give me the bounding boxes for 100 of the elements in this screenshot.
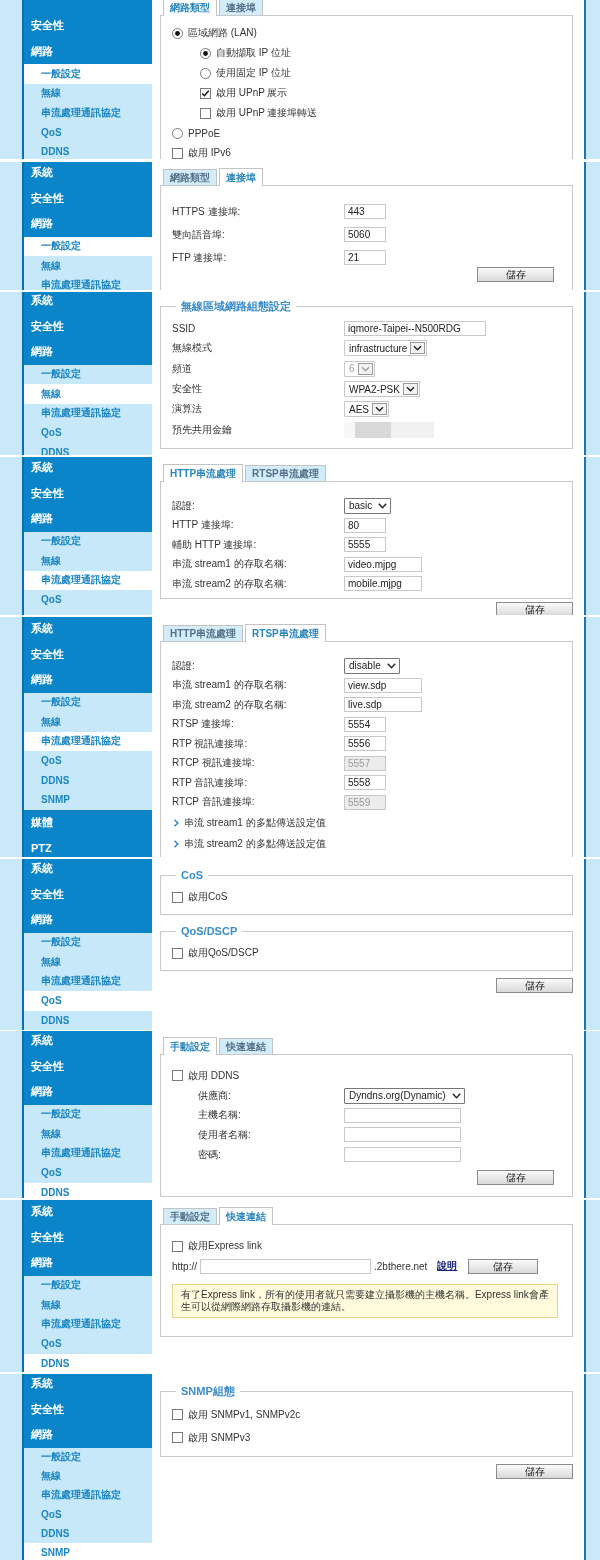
dropdown[interactable]: infrastructure (344, 340, 428, 357)
input-field[interactable]: iqmore-Taipei--N500RDG (344, 320, 486, 336)
menu-section[interactable]: PTZ (24, 835, 152, 857)
save-button[interactable]: 儲存 (477, 266, 554, 282)
dropdown[interactable]: WPA2-PSK (344, 381, 420, 398)
menu-item[interactable]: 串流處理通訊協定 (24, 570, 152, 590)
menu-item[interactable]: DDNS (24, 1523, 152, 1543)
input-field[interactable] (344, 1147, 461, 1163)
checkbox[interactable] (172, 1432, 183, 1443)
menu-item[interactable]: 無線 (24, 1124, 152, 1144)
menu-item[interactable]: DDNS (24, 770, 152, 790)
tab[interactable]: 連接埠 (219, 0, 263, 15)
radio-button[interactable] (200, 47, 211, 59)
menu-section[interactable]: 網路 (24, 907, 152, 933)
menu-section[interactable]: 安全性 (24, 0, 152, 39)
menu-item[interactable]: 一般設定 (24, 1275, 152, 1295)
menu-item[interactable]: QoS (24, 590, 152, 610)
menu-section[interactable]: 系統 (24, 617, 152, 642)
menu-item[interactable]: 一般設定 (24, 64, 152, 84)
tab[interactable]: 快速連結 (219, 1207, 273, 1225)
radio-button[interactable] (200, 67, 211, 79)
menu-item[interactable]: SNMP (24, 1542, 152, 1560)
radio-button[interactable] (172, 27, 183, 39)
menu-item[interactable]: 一般設定 (24, 236, 152, 256)
blurred-field[interactable] (344, 421, 434, 438)
menu-item[interactable]: 一般設定 (24, 932, 152, 952)
checkbox[interactable] (172, 947, 183, 959)
menu-section[interactable]: 安全性 (24, 1396, 152, 1422)
checkbox[interactable] (200, 87, 211, 99)
tab[interactable]: RTSP串流處理 (245, 624, 326, 642)
menu-item[interactable]: 一般設定 (24, 364, 152, 384)
menu-item[interactable]: 串流處理通訊協定 (24, 275, 152, 290)
menu-item[interactable]: DDNS (24, 1010, 152, 1030)
tab[interactable]: RTSP串流處理 (245, 465, 326, 481)
menu-section[interactable]: 網路 (24, 339, 152, 365)
menu-item[interactable]: 串流處理通訊協定 (24, 1485, 152, 1505)
dropdown[interactable]: AES (344, 401, 389, 418)
tab[interactable]: 手動設定 (163, 1037, 217, 1055)
menu-item[interactable]: 無線 (24, 384, 152, 404)
menu-item[interactable]: QoS (24, 1504, 152, 1524)
input-field[interactable]: view.sdp (344, 677, 422, 693)
menu-item[interactable]: QoS (24, 1334, 152, 1354)
tab[interactable]: 網路類型 (163, 0, 217, 16)
menu-item[interactable]: 一般設定 (24, 692, 152, 712)
menu-item[interactable]: 串流處理通訊協定 (24, 403, 152, 423)
menu-item[interactable]: 串流處理通訊協定 (24, 103, 152, 123)
menu-section[interactable]: 安全性 (24, 641, 152, 667)
save-button[interactable]: 儲存 (468, 1258, 539, 1274)
input-field[interactable]: 5556 (344, 736, 386, 752)
input-field[interactable]: 443 (344, 204, 386, 219)
menu-item[interactable]: 無線 (24, 712, 152, 732)
help-link[interactable]: 說明 (437, 1259, 458, 1273)
menu-section[interactable]: 系統 (24, 1200, 152, 1225)
menu-item[interactable]: QoS (24, 991, 152, 1011)
menu-section[interactable]: 網路 (24, 1079, 152, 1105)
checkbox[interactable] (200, 107, 211, 119)
checkbox[interactable] (172, 891, 183, 903)
menu-section[interactable]: 網路 (24, 1422, 152, 1448)
menu-section[interactable]: 網路 (24, 667, 152, 693)
menu-section[interactable]: 系統 (24, 457, 152, 481)
menu-section[interactable]: 安全性 (24, 185, 152, 211)
checkbox[interactable] (172, 1409, 183, 1420)
dropdown[interactable]: disable (344, 657, 400, 674)
tab[interactable]: 快速連結 (219, 1038, 273, 1054)
menu-section[interactable]: 系統 (24, 292, 152, 314)
input-field[interactable]: live.sdp (344, 697, 422, 713)
input-field[interactable] (344, 1107, 461, 1123)
menu-section[interactable]: 系統 (24, 162, 152, 186)
menu-section[interactable]: 安全性 (24, 313, 152, 339)
expander-link[interactable]: 串流 stream1 的多點傳送設定值 (184, 815, 326, 830)
checkbox[interactable] (172, 147, 183, 159)
input-field[interactable] (344, 1127, 461, 1143)
save-button[interactable]: 儲存 (496, 601, 573, 615)
tab[interactable]: 連接埠 (219, 168, 263, 186)
menu-section[interactable]: 網路 (24, 506, 152, 532)
dropdown[interactable]: Dyndns.org(Dynamic) (344, 1087, 465, 1104)
menu-section[interactable]: 系統 (24, 1374, 152, 1397)
menu-section[interactable]: 媒體 (24, 809, 152, 835)
menu-item[interactable]: DDNS (24, 1353, 152, 1372)
menu-section[interactable]: 網路 (24, 211, 152, 237)
menu-item[interactable]: 串流處理通訊協定 (24, 731, 152, 751)
input-field[interactable]: video.mjpg (344, 556, 422, 572)
checkbox[interactable] (172, 1240, 183, 1252)
menu-item[interactable]: DDNS (24, 442, 152, 455)
menu-item[interactable]: QoS (24, 122, 152, 142)
input-field[interactable]: 21 (344, 250, 386, 265)
radio-button[interactable] (172, 127, 183, 139)
menu-item[interactable]: 串流處理通訊協定 (24, 1143, 152, 1163)
save-button[interactable]: 儲存 (477, 1169, 554, 1185)
menu-item[interactable]: 一般設定 (24, 1104, 152, 1124)
input-field[interactable]: 80 (344, 517, 386, 533)
input-field[interactable]: 5558 (344, 775, 386, 791)
menu-item[interactable]: 無線 (24, 952, 152, 972)
menu-item[interactable]: 串流處理通訊協定 (24, 1314, 152, 1334)
menu-item[interactable]: DDNS (24, 1182, 152, 1198)
menu-section[interactable]: 安全性 (24, 1224, 152, 1250)
menu-section[interactable]: 系統 (24, 1031, 152, 1054)
menu-item[interactable]: 一般設定 (24, 1447, 152, 1467)
menu-item[interactable]: 一般設定 (24, 531, 152, 551)
tab[interactable]: 網路類型 (163, 169, 217, 185)
